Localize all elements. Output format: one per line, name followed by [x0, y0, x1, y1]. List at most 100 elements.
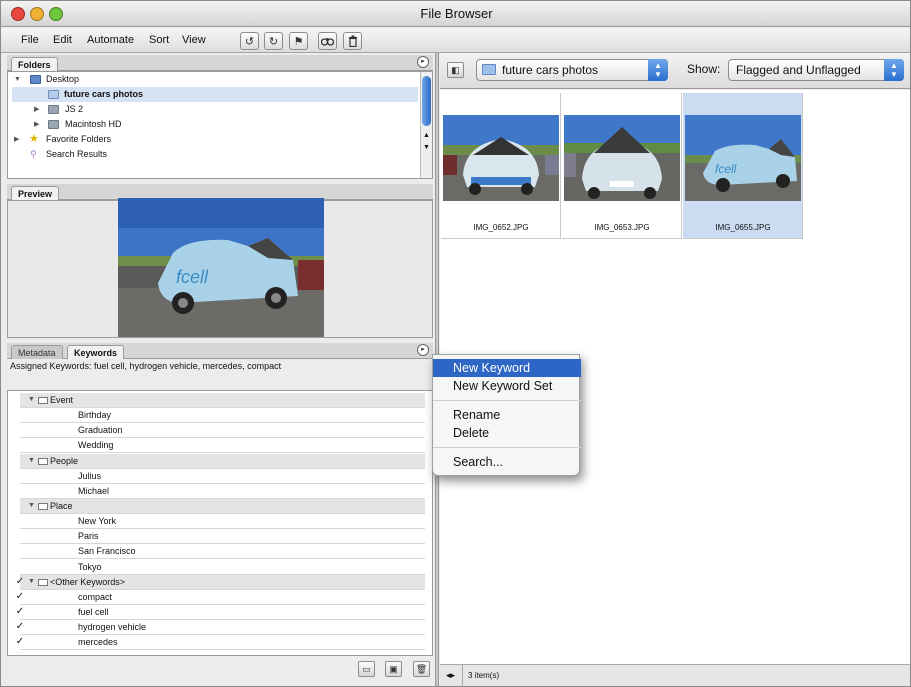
thumbnail-filename: IMG_0655.JPG: [715, 223, 771, 232]
tree-label: JS 2: [65, 104, 84, 114]
location-label: future cars photos: [502, 63, 599, 77]
menu-search[interactable]: Search...: [433, 453, 581, 471]
checkmark-icon[interactable]: ✓: [14, 590, 26, 604]
checkmark-icon[interactable]: ✓: [14, 620, 26, 634]
chevron-updown-icon[interactable]: ▲ ▼: [648, 59, 668, 81]
keyword-set-folder-icon: [38, 578, 48, 586]
desktop-icon: [30, 75, 41, 84]
tab-metadata[interactable]: Metadata: [11, 345, 63, 359]
svg-text:fcell: fcell: [176, 267, 209, 287]
disclosure-closed-icon[interactable]: ▶: [34, 117, 39, 132]
scroll-thumb[interactable]: [422, 76, 431, 126]
new-keyword-set-icon[interactable]: ▭: [358, 661, 375, 677]
tab-folders[interactable]: Folders: [11, 57, 58, 71]
tab-preview[interactable]: Preview: [11, 186, 60, 200]
keyword-label: hydrogen vehicle: [78, 622, 147, 633]
disclosure-closed-icon[interactable]: ▶: [34, 102, 39, 117]
folders-scrollbar[interactable]: ▲ ▼: [420, 72, 432, 178]
keyword-row[interactable]: Wedding: [20, 438, 425, 454]
disclosure-open-icon[interactable]: ▼: [28, 454, 35, 468]
zoom-button[interactable]: [49, 7, 63, 21]
tree-item-favorite-folders[interactable]: ▶ ★ Favorite Folders: [8, 132, 422, 147]
checkmark-icon[interactable]: ✓: [14, 635, 26, 649]
tree-item-js2[interactable]: ▶ JS 2: [8, 102, 422, 117]
checkmark-icon[interactable]: ✓: [14, 605, 26, 619]
disclosure-open-icon[interactable]: ▼: [14, 72, 21, 87]
tree-item-future-cars-photos[interactable]: future cars photos: [12, 87, 418, 102]
minimize-button[interactable]: [30, 7, 44, 21]
tree-item-desktop[interactable]: ▼ Desktop: [8, 72, 422, 87]
keyword-set-row[interactable]: ▼ Event: [20, 393, 425, 408]
disclosure-open-icon[interactable]: ▼: [28, 499, 35, 513]
chevron-updown-icon[interactable]: ▲ ▼: [884, 59, 904, 81]
thumbnail-item-selected[interactable]: fcell IMG_0655.JPG: [683, 93, 803, 239]
keyword-row[interactable]: San Francisco: [20, 544, 425, 560]
scroll-down-icon[interactable]: ▼: [423, 144, 430, 151]
checkmark-icon[interactable]: ✓: [14, 575, 26, 589]
rotate-cw-icon[interactable]: ↻: [264, 32, 283, 50]
disclosure-open-icon[interactable]: ▼: [28, 393, 35, 407]
keyword-label: mercedes: [78, 637, 118, 648]
menu-separator: [433, 447, 581, 448]
keyword-set-row[interactable]: ▼ Place: [20, 499, 425, 514]
flag-icon[interactable]: ⚑: [289, 32, 308, 50]
thumbnail-image: fcell: [685, 115, 801, 201]
menu-file[interactable]: File: [21, 34, 39, 46]
show-filter-popup[interactable]: Flagged and Unflagged ▲ ▼: [728, 59, 904, 81]
assigned-keywords: Assigned Keywords: fuel cell, hydrogen v…: [10, 361, 282, 371]
menu-delete[interactable]: Delete: [433, 424, 581, 442]
delete-keyword-trash-icon[interactable]: 🗑: [413, 661, 430, 677]
keyword-row[interactable]: Graduation: [20, 423, 425, 439]
keyword-set-label: People: [50, 455, 79, 466]
keyword-label: fuel cell: [78, 607, 109, 617]
preview-pane: fcell: [7, 198, 433, 338]
tree-item-macintosh-hd[interactable]: ▶ Macintosh HD: [8, 117, 422, 132]
location-popup[interactable]: future cars photos ▲ ▼: [476, 59, 668, 81]
disclosure-closed-icon[interactable]: ▶: [14, 132, 19, 147]
divider: [462, 665, 463, 686]
menu-automate[interactable]: Automate: [87, 34, 134, 46]
star-icon: ★: [29, 133, 39, 145]
keyword-row[interactable]: New York: [20, 514, 425, 529]
keyword-row[interactable]: ✓ compact: [16, 590, 425, 605]
thumbnail-filename: IMG_0652.JPG: [473, 223, 529, 232]
toggle-panes-icon[interactable]: ◧: [447, 62, 464, 78]
disclosure-open-icon[interactable]: ▼: [28, 575, 35, 589]
thumbnail-item[interactable]: IMG_0653.JPG: [562, 93, 682, 239]
keyword-set-row[interactable]: ▼ People: [20, 453, 425, 469]
keyword-row[interactable]: Michael: [20, 484, 425, 499]
scroll-up-icon[interactable]: ▲: [423, 132, 430, 139]
tab-keywords[interactable]: Keywords: [67, 345, 125, 359]
drive-icon: [48, 105, 59, 114]
keyword-row[interactable]: Paris: [20, 529, 425, 545]
thumbnail-item[interactable]: IMG_0652.JPG: [441, 93, 561, 239]
menu-view[interactable]: View: [182, 34, 206, 46]
keyword-row[interactable]: Tokyo: [20, 560, 425, 575]
title-bar[interactable]: File Browser: [1, 1, 910, 27]
keyword-set-label: <Other Keywords>: [50, 576, 126, 587]
keywords-menu-arrow-icon[interactable]: ▸: [417, 344, 429, 356]
tree-label: Search Results: [46, 149, 108, 159]
tree-item-search-results[interactable]: ⚲ Search Results: [8, 147, 422, 162]
menu-sort[interactable]: Sort: [149, 34, 169, 46]
slider-icon[interactable]: ◂▸: [446, 670, 455, 681]
new-keyword-icon[interactable]: ▣: [385, 661, 402, 677]
keyword-row[interactable]: ✓ mercedes: [16, 635, 425, 651]
menu-new-keyword-set[interactable]: New Keyword Set: [433, 377, 581, 395]
close-button[interactable]: [11, 7, 25, 21]
keyword-row[interactable]: ✓ fuel cell: [16, 605, 425, 620]
trash-icon[interactable]: [343, 32, 362, 50]
menu-rename[interactable]: Rename: [433, 406, 581, 424]
keyword-row[interactable]: ✓ hydrogen vehicle: [16, 620, 425, 636]
menu-new-keyword[interactable]: New Keyword: [433, 359, 581, 377]
keyword-row[interactable]: Julius: [20, 469, 425, 484]
menu-edit[interactable]: Edit: [53, 34, 72, 46]
keyword-label: San Francisco: [78, 546, 136, 557]
folders-menu-arrow-icon[interactable]: ▸: [417, 56, 429, 68]
keyword-set-folder-icon: [38, 457, 48, 465]
rotate-ccw-icon[interactable]: ↺: [240, 32, 259, 50]
status-bar: ◂▸ 3 item(s): [440, 664, 910, 686]
binoculars-icon[interactable]: [318, 32, 337, 50]
keyword-set-row[interactable]: ✓ ▼ <Other Keywords>: [16, 574, 425, 590]
keyword-row[interactable]: Birthday: [20, 408, 425, 423]
